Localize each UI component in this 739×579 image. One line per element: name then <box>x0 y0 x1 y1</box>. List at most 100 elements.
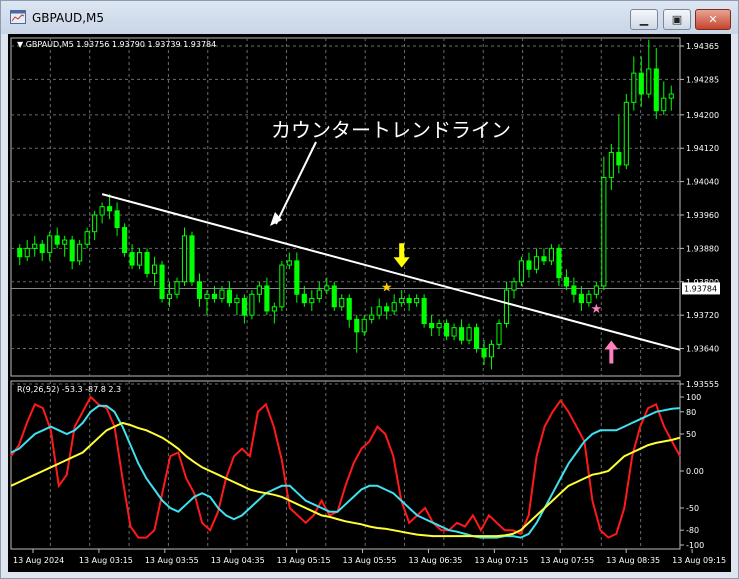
candle <box>496 319 502 349</box>
candle-body <box>122 227 128 254</box>
candle-body <box>361 318 367 333</box>
candle <box>451 323 457 341</box>
indicator-tick-label: 100 <box>686 393 701 402</box>
candle <box>518 256 525 286</box>
candle-body <box>578 293 584 304</box>
candle-body <box>346 297 352 320</box>
arrow-down-icon <box>393 243 410 268</box>
candle <box>17 244 23 266</box>
close-icon: ✕ <box>708 13 718 26</box>
candle-body <box>301 293 307 304</box>
candle <box>481 340 487 366</box>
candle <box>301 285 307 307</box>
candle-body <box>556 247 562 279</box>
candle-body <box>473 327 480 350</box>
minimize-button[interactable]: ▁ <box>630 9 658 30</box>
time-axis-label: 13 Aug 05:55 <box>343 556 397 565</box>
candle-body <box>459 327 465 341</box>
indicator-tick-label: -50 <box>686 504 699 513</box>
candle-body <box>196 281 203 299</box>
candle-body <box>406 297 412 304</box>
price-tick-label: 1.94120 <box>686 144 719 153</box>
candle <box>286 252 292 270</box>
candle <box>653 48 659 120</box>
indicator-line <box>10 404 681 539</box>
minimize-icon: ▁ <box>639 13 649 26</box>
candle-body <box>159 264 165 299</box>
candle <box>548 244 554 266</box>
indicator-tick-label: -100 <box>686 541 704 550</box>
candle-body <box>151 264 158 274</box>
time-axis-label: 13 Aug 04:35 <box>211 556 265 565</box>
maximize-button[interactable]: ▣ <box>663 9 691 30</box>
trendline-annotation: カウンタートレンドライン <box>271 118 511 142</box>
arrow-up-icon <box>604 340 619 364</box>
candle <box>234 294 240 316</box>
time-axis-label: 13 Aug 03:55 <box>145 556 199 565</box>
current-price-label: 1.93784 <box>684 284 717 293</box>
candle-body <box>256 285 262 295</box>
candle-body <box>219 289 225 299</box>
candle-body <box>444 322 450 337</box>
candle-body <box>144 252 150 274</box>
candle-body <box>638 72 644 95</box>
candle <box>271 302 277 324</box>
candle-body <box>488 343 495 358</box>
candle <box>631 56 637 111</box>
price-tick-label: 1.93880 <box>686 244 719 253</box>
candle <box>436 319 442 337</box>
candle-body <box>271 306 277 312</box>
time-axis-label: 13 Aug 03:15 <box>79 556 133 565</box>
indicator-tick-label: 80 <box>686 408 696 417</box>
maximize-icon: ▣ <box>671 13 683 26</box>
candle <box>593 281 599 299</box>
candle-body <box>526 260 532 270</box>
candle-body <box>241 297 247 316</box>
indicator-line <box>10 421 681 538</box>
chart-area[interactable]: 1.94365 1.94285 1.94200 1.94120 1.94040 1.939… <box>8 34 731 572</box>
candle <box>174 277 180 299</box>
candle <box>511 277 517 299</box>
candle <box>459 319 465 345</box>
time-axis-label: 13 Aug 07:15 <box>474 556 528 565</box>
candle-body <box>129 252 135 266</box>
candle-body <box>84 231 90 245</box>
candle <box>444 319 450 341</box>
star-marker-icon: ★ <box>591 302 603 317</box>
candle <box>204 290 210 316</box>
candle <box>69 235 75 270</box>
candle <box>144 248 150 278</box>
candle-body <box>436 322 442 329</box>
candle-body <box>47 235 53 254</box>
candle <box>54 227 60 249</box>
candle <box>62 235 68 257</box>
candle-body <box>189 235 195 283</box>
candle <box>47 231 53 261</box>
candle <box>533 248 540 274</box>
candle-body <box>414 297 420 304</box>
candle-body <box>593 285 599 295</box>
candle <box>376 298 382 320</box>
symbol-info-line: ▼ GBPAUD,M5 1.93756 1.93790 1.93739 1.93… <box>17 40 216 49</box>
close-button[interactable]: ✕ <box>695 9 731 30</box>
candle-body <box>324 285 330 291</box>
candle <box>473 323 480 353</box>
candle <box>39 240 45 261</box>
candle-body <box>421 297 427 324</box>
candle-body <box>204 293 210 299</box>
candle-body <box>174 281 180 295</box>
annotation-arrow-shaft <box>275 141 317 225</box>
candle-body <box>548 247 554 262</box>
candle-body <box>399 297 405 304</box>
candle-body <box>511 281 517 291</box>
indicator-line <box>10 395 681 539</box>
title-bar[interactable]: GBPAUD,M5 ▁ ▣ ✕ <box>1 1 738 34</box>
candle-body <box>601 176 607 287</box>
candle <box>556 244 562 286</box>
candle <box>32 235 38 257</box>
candle <box>646 39 652 99</box>
candle-body <box>623 101 629 166</box>
candle <box>661 81 667 115</box>
window-title: GBPAUD,M5 <box>32 11 105 25</box>
collapse-triangle-icon[interactable]: ▼ <box>17 40 23 49</box>
